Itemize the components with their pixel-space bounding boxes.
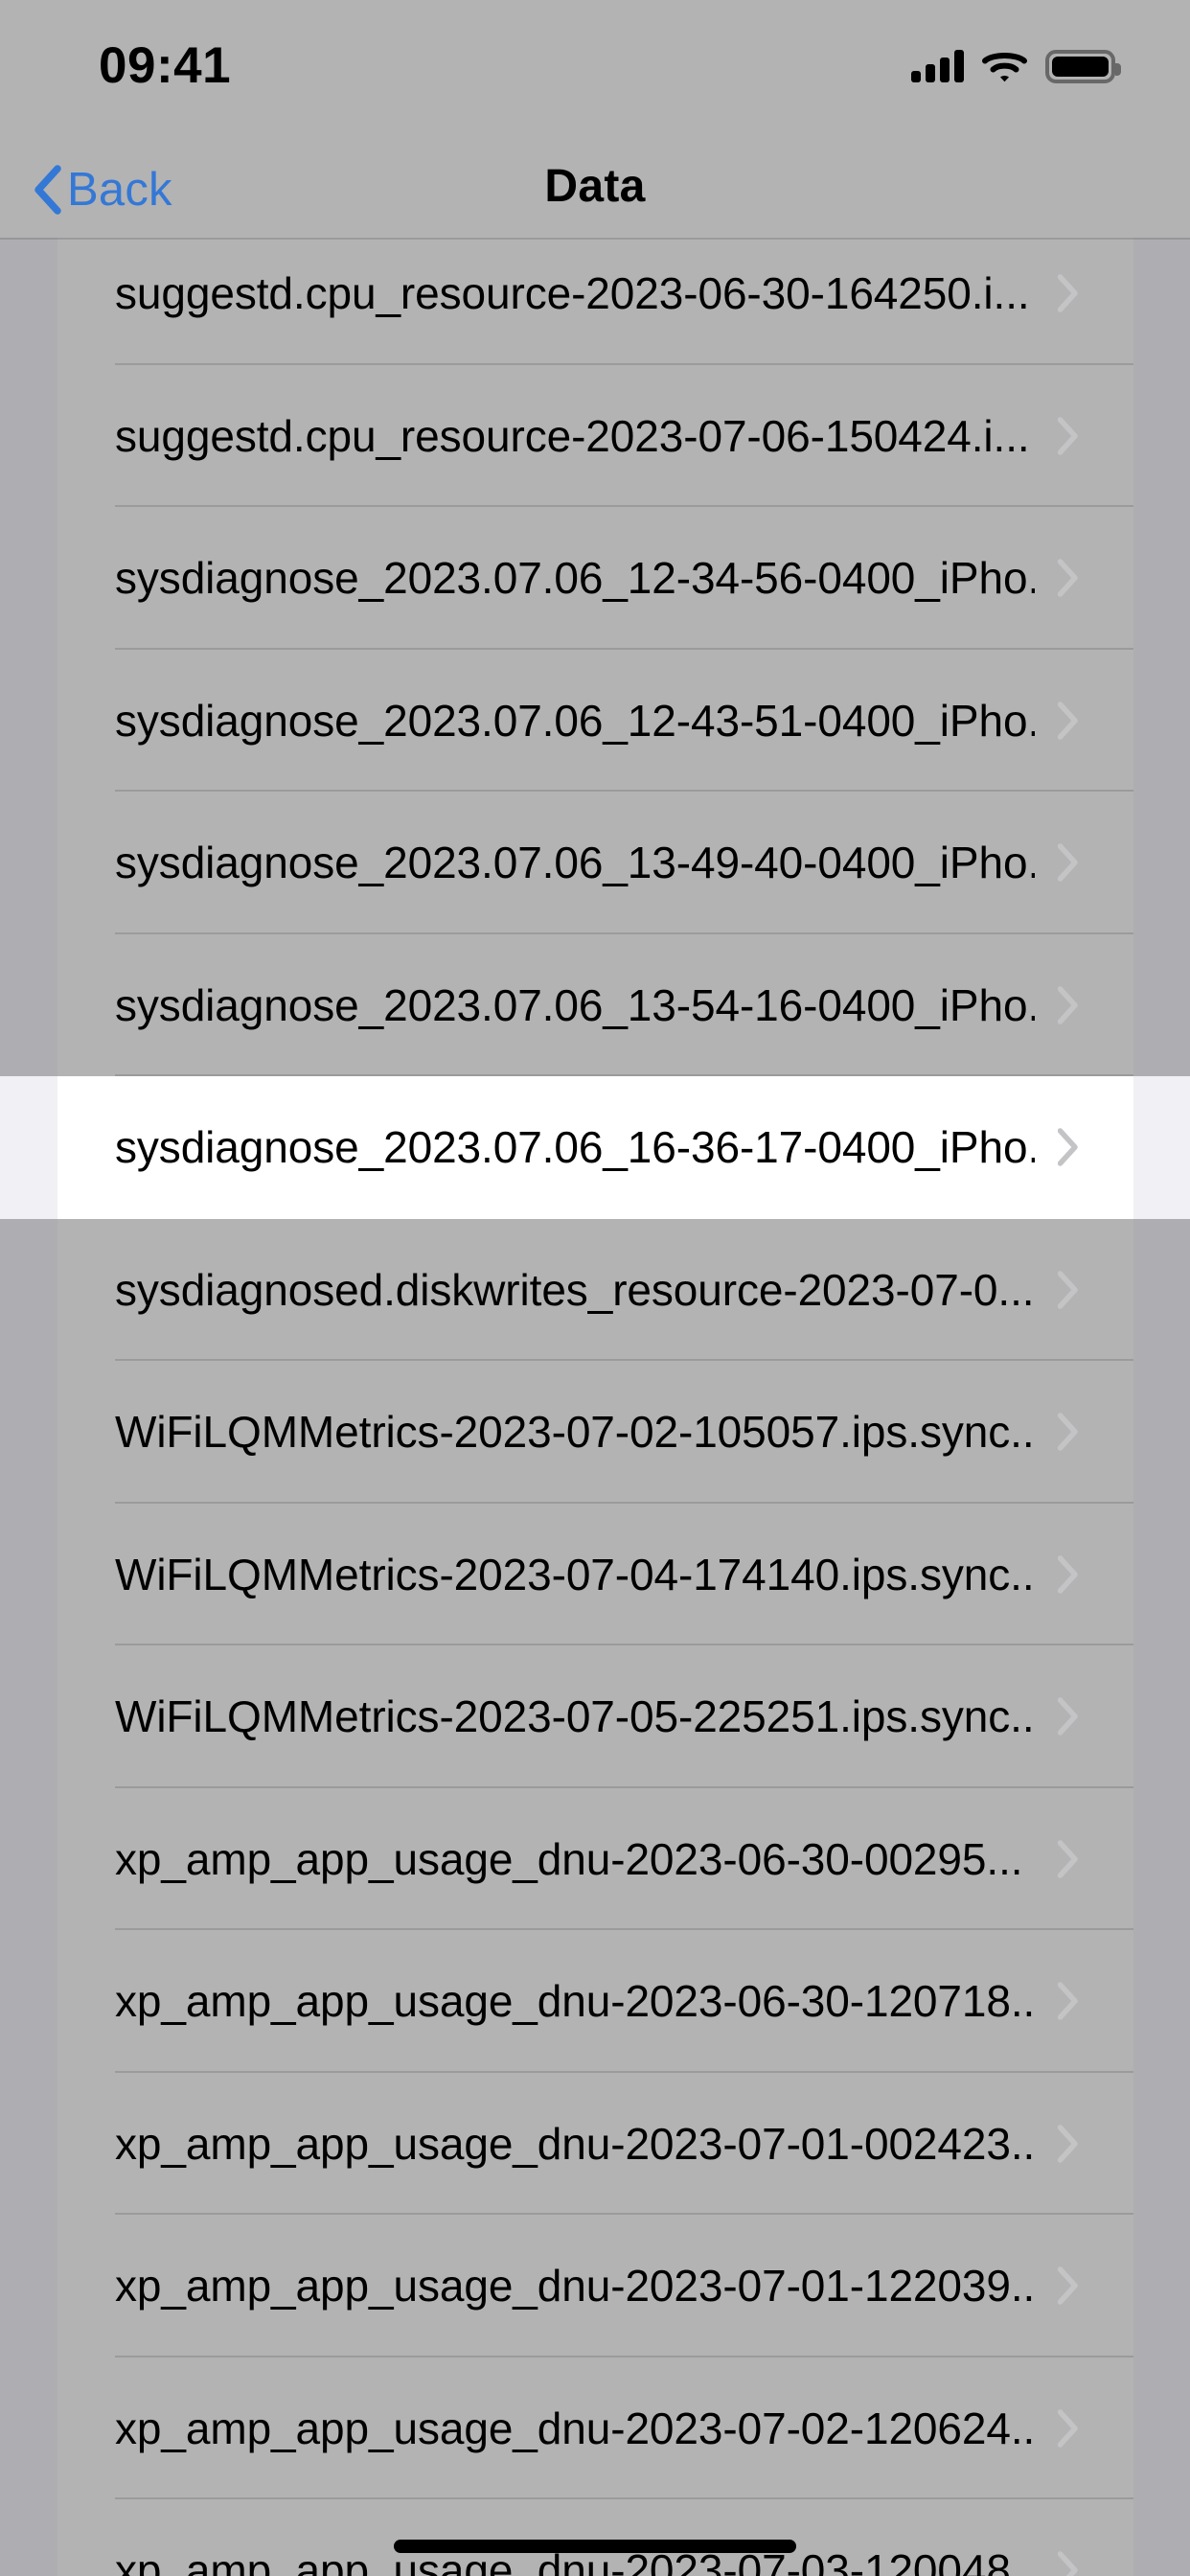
chevron-right-icon [1057,1413,1079,1451]
list-item[interactable]: xp_amp_app_usage_dnu-2023-07-01-122039..… [0,2215,1190,2358]
screen-edge-left [0,0,57,2576]
list-item[interactable]: sysdiagnosed.diskwrites_resource-2023-07… [0,1219,1190,1361]
chevron-right-icon [1057,1697,1079,1736]
navigation-bar: Back Data [0,144,1190,238]
chevron-right-icon [1057,417,1079,455]
list-item-label: WiFiLQMMetrics-2023-07-05-225251.ips.syn… [115,1691,1035,1742]
page-title: Data [544,161,646,212]
list-item-label: suggestd.cpu_resource-2023-07-06-150424.… [115,410,1030,461]
list-item-label: sysdiagnose_2023.07.06_12-43-51-0400_iPh… [115,695,1035,746]
list-item-label: sysdiagnose_2023.07.06_16-36-17-0400_iPh… [115,1122,1035,1173]
list-item-label: xp_amp_app_usage_dnu-2023-07-02-120624..… [115,2403,1035,2453]
wifi-icon [982,50,1027,82]
list-item-label: WiFiLQMMetrics-2023-07-04-174140.ips.syn… [115,1549,1035,1599]
list-item-label: xp_amp_app_usage_dnu-2023-07-01-122039..… [115,2261,1035,2312]
list-item[interactable]: WiFiLQMMetrics-2023-07-02-105057.ips.syn… [0,1361,1190,1504]
status-bar-indicators [911,42,1121,90]
chevron-right-icon [1057,843,1079,882]
list-item[interactable]: WiFiLQMMetrics-2023-07-04-174140.ips.syn… [0,1504,1190,1645]
iphone-screen: suggestd.cpu_resource-2023-06-30-164250.… [0,0,1190,2576]
chevron-right-icon [1057,274,1079,312]
list-item[interactable]: suggestd.cpu_resource-2023-07-06-150424.… [0,365,1190,507]
list-item-label: suggestd.cpu_resource-2023-06-30-164250.… [115,268,1030,319]
file-list-scroll-area[interactable]: suggestd.cpu_resource-2023-06-30-164250.… [0,240,1190,2576]
list-item-label: sysdiagnosed.diskwrites_resource-2023-07… [115,1264,1035,1315]
chevron-right-icon [1057,2409,1079,2448]
battery-full-icon [1045,49,1121,83]
chevron-right-icon [1057,2266,1079,2305]
chevron-right-icon [1057,2125,1079,2163]
list-item-label: sysdiagnose_2023.07.06_13-49-40-0400_iPh… [115,838,1035,888]
chevron-right-icon [1057,1555,1079,1594]
chevron-right-icon [1057,2551,1079,2576]
chevron-right-icon [1057,986,1079,1024]
chevron-right-icon [1057,559,1079,597]
chevron-right-icon [1057,1271,1079,1309]
chevron-right-icon [1057,702,1079,740]
status-bar: 09:41 [0,0,1190,144]
chevron-right-icon [1057,1840,1079,1878]
list-item-label: xp_amp_app_usage_dnu-2023-06-30-120718..… [115,1976,1035,2027]
list-item[interactable]: xp_amp_app_usage_dnu-2023-06-30-120718..… [0,1930,1190,2073]
screen-edge-right [1133,0,1190,2576]
chevron-right-icon [1057,1982,1079,2020]
list-item-label: sysdiagnose_2023.07.06_12-34-56-0400_iPh… [115,553,1035,604]
chevron-right-icon [1057,1128,1079,1166]
list-item[interactable]: xp_amp_app_usage_dnu-2023-06-30-00295... [0,1788,1190,1930]
file-list: suggestd.cpu_resource-2023-06-30-164250.… [0,240,1190,2576]
list-item[interactable]: xp_amp_app_usage_dnu-2023-07-03-120048..… [0,2499,1190,2576]
status-bar-time: 09:41 [99,37,232,94]
list-item-label: sysdiagnose_2023.07.06_13-54-16-0400_iPh… [115,979,1035,1030]
list-item[interactable]: xp_amp_app_usage_dnu-2023-07-02-120624..… [0,2358,1190,2499]
home-indicator-bar[interactable] [394,2540,796,2553]
list-item[interactable]: sysdiagnose_2023.07.06_13-49-40-0400_iPh… [0,792,1190,934]
list-item-label: xp_amp_app_usage_dnu-2023-06-30-00295... [115,1833,1023,1884]
highlighted-list-item[interactable]: sysdiagnose_2023.07.06_16-36-17-0400_iPh… [0,1076,1190,1219]
navigation-bar-separator [0,238,1190,240]
cellular-signal-icon [911,50,964,82]
list-item[interactable]: WiFiLQMMetrics-2023-07-05-225251.ips.syn… [0,1645,1190,1788]
list-item[interactable]: sysdiagnose_2023.07.06_12-34-56-0400_iPh… [0,507,1190,650]
list-item[interactable]: sysdiagnose_2023.07.06_13-54-16-0400_iPh… [0,934,1190,1076]
list-item[interactable]: sysdiagnose_2023.07.06_12-43-51-0400_iPh… [0,650,1190,792]
list-item[interactable]: suggestd.cpu_resource-2023-06-30-164250.… [0,240,1190,365]
list-item-label: xp_amp_app_usage_dnu-2023-07-01-002423..… [115,2118,1035,2169]
list-item-label: WiFiLQMMetrics-2023-07-02-105057.ips.syn… [115,1407,1035,1458]
list-item[interactable]: xp_amp_app_usage_dnu-2023-07-01-002423..… [0,2073,1190,2215]
